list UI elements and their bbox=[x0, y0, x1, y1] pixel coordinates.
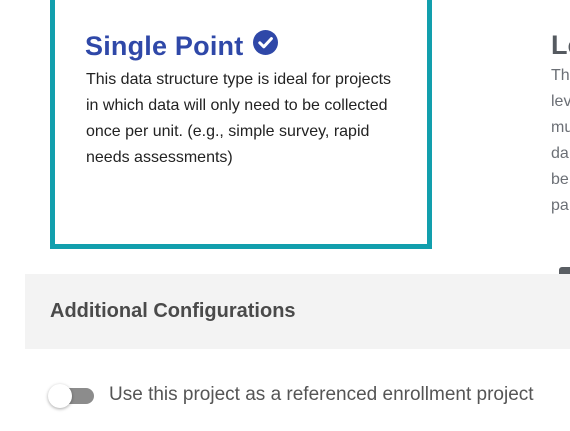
second-card-desc-line: be bbox=[551, 171, 569, 188]
second-card-desc-line: pa bbox=[551, 197, 569, 214]
second-card-desc-line: Th bbox=[551, 67, 570, 84]
single-point-title-row: Single Point bbox=[85, 30, 279, 62]
toggle-knob bbox=[48, 384, 72, 408]
single-point-title: Single Point bbox=[85, 31, 244, 61]
referenced-enrollment-label: Use this project as a referenced enrollm… bbox=[109, 384, 534, 405]
additional-configurations-panel: Additional Configurations bbox=[25, 274, 570, 349]
single-point-card[interactable]: Single Point This data structure type is… bbox=[50, 0, 432, 249]
additional-configurations-heading: Additional Configurations bbox=[50, 300, 296, 322]
check-circle-icon bbox=[253, 30, 279, 55]
second-card-title: Lo bbox=[551, 30, 570, 60]
second-structure-card[interactable]: Lo Th lev mu da be pa bbox=[530, 0, 570, 240]
second-card-desc-line: mu bbox=[551, 119, 570, 136]
page: Single Point This data structure type is… bbox=[0, 0, 570, 431]
second-card-desc-line: lev bbox=[551, 93, 570, 110]
second-card-desc-line: da bbox=[551, 145, 569, 162]
referenced-enrollment-row: Use this project as a referenced enrollm… bbox=[48, 384, 534, 408]
referenced-enrollment-toggle[interactable] bbox=[48, 384, 94, 408]
second-card-description: Th lev mu da be pa bbox=[551, 63, 570, 219]
single-point-description: This data structure type is ideal for pr… bbox=[86, 71, 392, 166]
